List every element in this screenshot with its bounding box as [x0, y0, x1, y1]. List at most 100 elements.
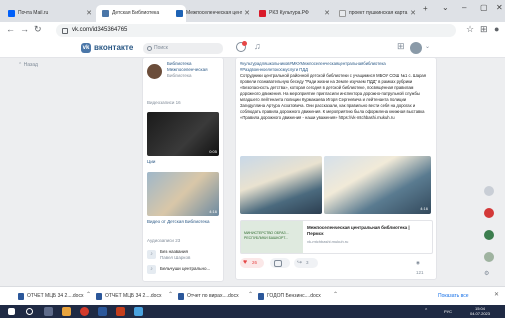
- music-note-icon[interactable]: ♪: [147, 250, 156, 259]
- tray-chevron-icon[interactable]: ⌃: [424, 309, 428, 314]
- avatar[interactable]: [410, 42, 422, 54]
- lock-icon: [62, 28, 68, 34]
- profile-subtitle: Библиотека: [167, 73, 192, 78]
- video-duration: 4:16: [209, 209, 217, 214]
- heart-icon: ♥: [243, 259, 248, 266]
- chrome-icon[interactable]: [80, 307, 89, 316]
- settings-gear-icon[interactable]: ⚙: [484, 270, 489, 277]
- app-icon[interactable]: [484, 252, 494, 262]
- download-item-2[interactable]: ОТЧЕТ МЦБ 34 2....docx: [96, 291, 161, 302]
- wall-post: #культурадляшкольников#МКУМежпоселенческ…: [235, 57, 437, 280]
- video-caption-1[interactable]: Ции: [147, 159, 155, 165]
- chevron-up-icon[interactable]: ⌃: [168, 291, 173, 298]
- close-icon[interactable]: ✕: [410, 5, 416, 22]
- app-icon[interactable]: [134, 307, 143, 316]
- app-icon[interactable]: [484, 208, 494, 218]
- back-link[interactable]: ⌃ Назад: [18, 62, 38, 68]
- share-button[interactable]: ↪ 3: [294, 258, 318, 268]
- browser-tab-culture[interactable]: РКЗ Культура.РФ ✕: [253, 5, 333, 22]
- audio-artist-1: Павел Шарков: [160, 255, 191, 260]
- close-icon[interactable]: ✕: [86, 5, 92, 22]
- url-input[interactable]: vk.com/id345364765: [56, 24, 456, 37]
- profile-icon[interactable]: ●: [494, 24, 499, 34]
- video-thumbnail-2[interactable]: 4:16: [147, 172, 219, 216]
- word-doc-icon: [96, 293, 102, 300]
- likes-count: 26: [252, 260, 258, 265]
- link-url[interactable]: vk-mtchbashi.mukuh.ru: [307, 239, 348, 244]
- link-preview[interactable]: МИНИСТЕРСТВО ОБРАЗ... РЕСПУБЛИКИ БАШКОРТ…: [240, 220, 433, 254]
- chevron-up-icon[interactable]: ⌃: [333, 291, 338, 298]
- browser-tab-strip: Почта Mail.ru ✕ Детская Библиотека ✕ Меж…: [0, 0, 505, 22]
- word-doc-icon: [258, 293, 264, 300]
- left-sidebar-card: Библиотека Межпоселенческая Библиотека В…: [142, 57, 224, 282]
- views-counter: ◉ 121: [416, 260, 424, 275]
- download-item-3[interactable]: Отчет по вирах....docx: [178, 291, 240, 302]
- close-icon[interactable]: ✕: [244, 5, 250, 22]
- community-avatar[interactable]: [147, 64, 162, 79]
- word-icon[interactable]: [98, 307, 107, 316]
- back-arrow-icon[interactable]: ←: [6, 24, 15, 34]
- browser-tab-library[interactable]: Межпоселенческая центра ✕: [170, 5, 253, 22]
- videos-heading[interactable]: Видеозаписи 16: [147, 100, 181, 106]
- google-favicon-icon: [339, 10, 346, 17]
- post-hashtags[interactable]: #культурадляшкольников#МКУМежпоселенческ…: [240, 61, 432, 73]
- language-indicator[interactable]: РУС: [444, 309, 452, 314]
- comment-button[interactable]: [270, 258, 290, 268]
- vk-logo-icon[interactable]: vk: [81, 43, 91, 53]
- post-photo-2[interactable]: 4:16: [324, 156, 431, 214]
- clock[interactable]: 15:04 04.07.2023: [466, 306, 494, 316]
- post-photo-1[interactable]: [240, 156, 322, 214]
- show-all-downloads-button[interactable]: Показать все: [438, 293, 469, 299]
- mail-favicon-icon: [8, 10, 15, 17]
- music-note-icon[interactable]: ♪: [147, 265, 156, 274]
- windows-start-icon[interactable]: [8, 308, 15, 315]
- search-input[interactable]: Поиск: [143, 43, 223, 54]
- reload-icon[interactable]: ↻: [34, 24, 42, 35]
- audio-title-2[interactable]: Бельчуши центрально...: [160, 266, 210, 272]
- address-bar: ← → ↻ vk.com/id345364765 ☆ ⊞ ●: [0, 22, 505, 41]
- link-title[interactable]: Межпоселенческая центральная библиотека …: [307, 225, 427, 237]
- link-thumbnail: МИНИСТЕРСТВО ОБРАЗ... РЕСПУБЛИКИ БАШКОРТ…: [241, 221, 303, 253]
- vk-brand[interactable]: вконтакте: [94, 42, 133, 54]
- share-arrow-icon: ↪: [297, 260, 303, 266]
- audio-heading[interactable]: Аудиозаписи 23: [147, 238, 180, 244]
- window-close-icon[interactable]: ✕: [496, 3, 503, 12]
- powerpoint-icon[interactable]: [116, 307, 125, 316]
- word-doc-icon: [18, 293, 24, 300]
- like-button[interactable]: ♥ 26: [240, 258, 264, 268]
- file-explorer-icon[interactable]: [62, 307, 71, 316]
- browser-tab-mail[interactable]: Почта Mail.ru ✕: [2, 5, 95, 22]
- task-view-icon[interactable]: [44, 307, 53, 316]
- apps-grid-icon[interactable]: ⊞: [397, 41, 405, 52]
- minimize-icon[interactable]: –: [462, 3, 466, 12]
- maximize-icon[interactable]: ▢: [480, 3, 488, 12]
- app-icon[interactable]: [484, 230, 494, 240]
- comment-icon: [274, 260, 282, 267]
- eye-icon: ◉: [416, 260, 420, 265]
- camera-icon[interactable]: [484, 186, 494, 196]
- forward-arrow-icon[interactable]: →: [20, 24, 29, 34]
- download-item-4[interactable]: ГОДОП Бензинс....docx: [258, 291, 322, 302]
- chevron-up-icon[interactable]: ⌃: [248, 291, 253, 298]
- extensions-icon[interactable]: ⊞: [480, 24, 488, 35]
- video-duration: 0:05: [209, 149, 217, 154]
- vk-favicon-icon: [102, 10, 109, 17]
- post-text: Сотрудники центральной районной детской …: [240, 73, 427, 120]
- close-icon[interactable]: ✕: [324, 5, 330, 22]
- chevron-down-icon[interactable]: ⌄: [425, 43, 430, 50]
- video-thumbnail-1[interactable]: 0:05: [147, 112, 219, 156]
- word-doc-icon: [178, 293, 184, 300]
- download-item-1[interactable]: ОТЧЕТ МЦБ 34 2....docx: [18, 291, 83, 302]
- culture-favicon-icon: [259, 10, 266, 17]
- new-tab-button[interactable]: +: [423, 4, 428, 13]
- video-caption-2[interactable]: Видео от Детская Библиотека: [147, 219, 210, 225]
- browser-tab-search[interactable]: проект пушкинская карта ✕: [333, 5, 419, 22]
- chevron-up-icon[interactable]: ⌃: [86, 291, 91, 298]
- bookmark-star-icon[interactable]: ☆: [466, 24, 474, 35]
- close-icon[interactable]: ✕: [494, 291, 499, 298]
- windows-taskbar: ⌃ РУС 15:04 04.07.2023: [0, 305, 505, 318]
- music-note-icon[interactable]: ♫: [254, 41, 261, 51]
- search-icon[interactable]: [26, 308, 33, 315]
- tab-search-chevron-icon[interactable]: ⌄: [442, 3, 449, 12]
- library-favicon-icon: [176, 10, 183, 17]
